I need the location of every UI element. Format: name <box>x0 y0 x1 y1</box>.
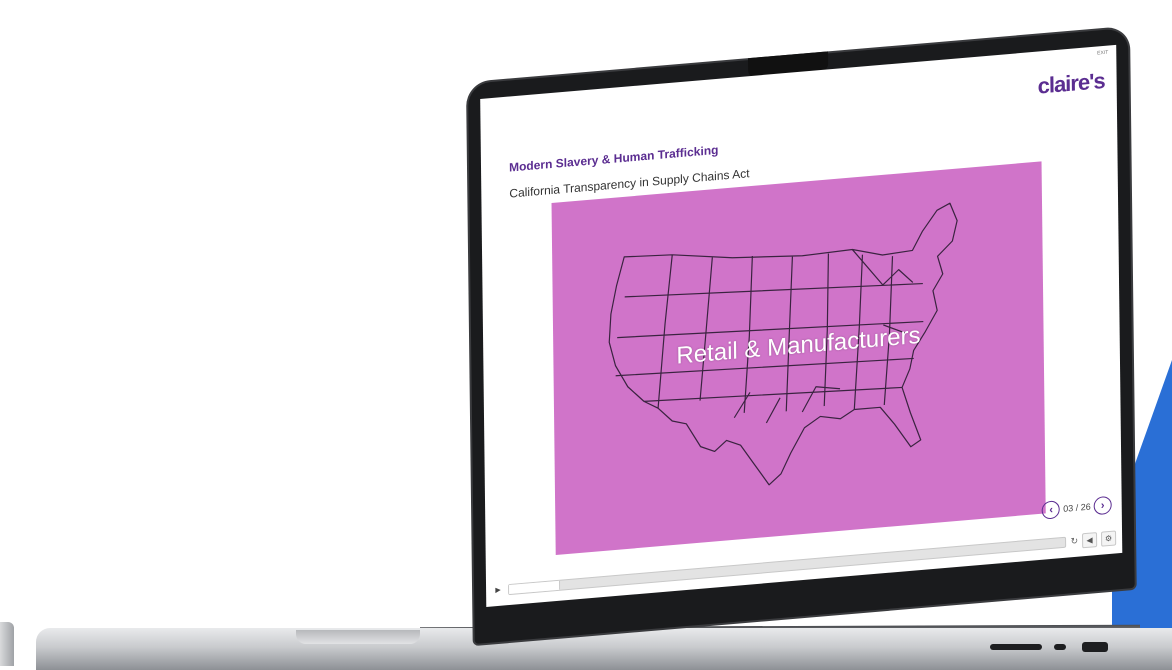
background-device-edge <box>0 622 14 666</box>
replay-icon[interactable]: ↻ <box>1070 535 1078 547</box>
slide-media: Retail & Manufacturers <box>551 161 1046 556</box>
play-icon[interactable]: ▶ <box>492 583 504 596</box>
volume-icon[interactable]: ◀ <box>1082 531 1098 548</box>
progress-fill <box>509 580 561 594</box>
chevron-left-circle-icon[interactable]: ‹ <box>1042 500 1061 520</box>
sd-card-slot <box>990 644 1042 650</box>
slide-counter: 03 / 26 <box>1063 501 1091 514</box>
laptop-base-notch <box>296 630 420 644</box>
hdmi-port <box>1082 642 1108 652</box>
slide-navigation: ‹ 03 / 26 › <box>1042 495 1112 520</box>
chevron-right-circle-icon[interactable]: › <box>1093 495 1112 516</box>
settings-icon[interactable]: ⚙ <box>1101 529 1117 547</box>
elearning-player: EXIT claire's Modern Slavery & Human Tra… <box>480 44 1123 607</box>
exit-link[interactable]: EXIT <box>1097 50 1108 57</box>
brand-logo: claire's <box>1037 67 1105 99</box>
laptop-screen-frame: EXIT claire's Modern Slavery & Human Tra… <box>468 27 1135 644</box>
usb-c-port <box>1054 644 1066 650</box>
course-title: Modern Slavery & Human Trafficking <box>508 142 719 175</box>
